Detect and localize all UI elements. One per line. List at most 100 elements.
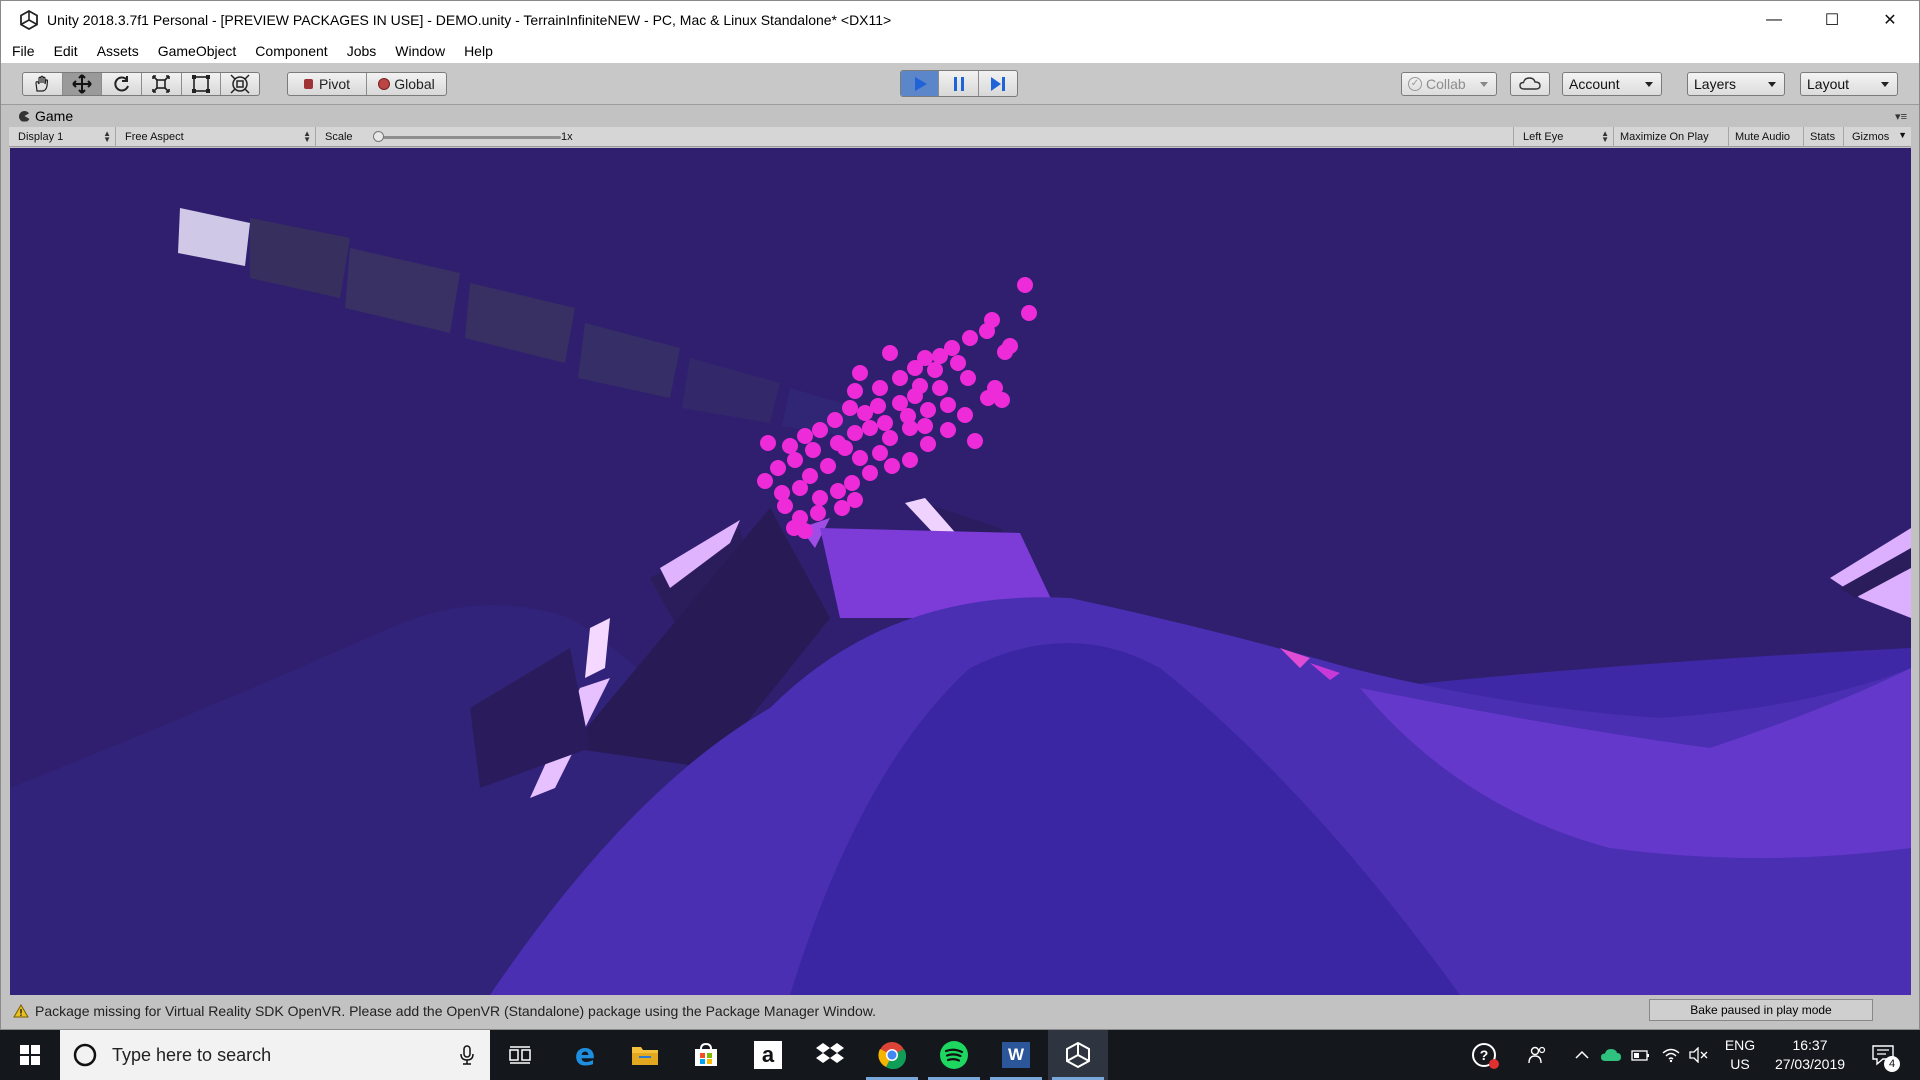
menu-bar: File Edit Assets GameObject Component Jo… xyxy=(1,39,1919,63)
menu-assets[interactable]: Assets xyxy=(94,43,142,59)
maximize-label: Maximize On Play xyxy=(1620,131,1709,143)
scale-value: 1x xyxy=(561,131,573,143)
window-title: Unity 2018.3.7f1 Personal - [PREVIEW PAC… xyxy=(47,12,892,28)
dropbox-icon[interactable] xyxy=(800,1030,860,1080)
display-label: Display 1 xyxy=(18,131,64,143)
cortana-icon xyxy=(73,1043,97,1067)
taskbar-search-box[interactable]: Type here to search xyxy=(60,1030,490,1080)
maximize-icon[interactable]: ☐ xyxy=(1803,1,1861,39)
gizmos-label: Gizmos xyxy=(1852,131,1890,143)
edge-icon[interactable]: e xyxy=(555,1030,615,1080)
task-view-icon[interactable] xyxy=(490,1030,550,1080)
global-label: Global xyxy=(394,76,435,92)
file-explorer-icon[interactable] xyxy=(615,1030,675,1080)
amazon-icon[interactable]: a xyxy=(738,1030,798,1080)
rect-icon[interactable] xyxy=(182,73,222,95)
pivot-global-group: Pivot Global xyxy=(287,72,447,96)
aspect-dropdown[interactable]: Free Aspect ▲ ▼ xyxy=(116,127,316,147)
pause-icon[interactable] xyxy=(939,71,979,96)
search-placeholder: Type here to search xyxy=(112,1044,272,1065)
eye-dropdown[interactable]: Left Eye ▲ ▼ xyxy=(1513,127,1614,147)
pivot-icon xyxy=(303,79,313,89)
title-bar: Unity 2018.3.7f1 Personal - [PREVIEW PAC… xyxy=(1,1,1919,39)
close-icon[interactable]: ✕ xyxy=(1861,1,1919,39)
cloud-button[interactable] xyxy=(1510,72,1550,96)
clock[interactable]: 16:37 27/03/2019 xyxy=(1766,1030,1854,1080)
spotify-icon[interactable] xyxy=(924,1030,984,1080)
stats-toggle[interactable]: Stats xyxy=(1804,127,1844,147)
pivot-button[interactable]: Pivot xyxy=(288,73,367,95)
minimize-icon[interactable]: — xyxy=(1745,1,1803,39)
windows-taskbar: Type here to search e a W ? ENG US 16:37… xyxy=(0,1030,1920,1080)
play-icon[interactable] xyxy=(901,71,940,96)
warning-icon xyxy=(13,1004,29,1018)
wifi-icon[interactable] xyxy=(1658,1030,1684,1080)
eye-label: Left Eye xyxy=(1523,131,1564,143)
battery-icon[interactable] xyxy=(1628,1030,1654,1080)
maximize-on-play-toggle[interactable]: Maximize On Play xyxy=(1614,127,1729,147)
status-bar: Package missing for Virtual Reality SDK … xyxy=(1,996,1919,1026)
sync-cloud-icon[interactable] xyxy=(1598,1030,1624,1080)
pivot-label: Pivot xyxy=(318,76,351,92)
scale-icon[interactable] xyxy=(142,73,182,95)
layers-dropdown[interactable]: Layers xyxy=(1687,72,1785,96)
language-indicator[interactable]: ENG US xyxy=(1718,1030,1762,1080)
mute-label: Mute Audio xyxy=(1735,131,1791,143)
menu-window[interactable]: Window xyxy=(392,43,448,59)
game-scene xyxy=(10,148,1911,995)
menu-file[interactable]: File xyxy=(9,43,38,59)
store-icon[interactable] xyxy=(676,1030,736,1080)
bake-status: Bake paused in play mode xyxy=(1649,999,1873,1021)
account-label: Account xyxy=(1569,76,1620,92)
collab-label: Collab xyxy=(1426,76,1466,92)
unity-icon[interactable] xyxy=(1048,1030,1108,1080)
cloud-icon xyxy=(1519,77,1541,90)
menu-jobs[interactable]: Jobs xyxy=(344,43,380,59)
move-icon[interactable] xyxy=(62,73,103,95)
people-icon[interactable] xyxy=(1516,1030,1560,1080)
gizmos-dropdown[interactable]: Gizmos ▼ xyxy=(1844,127,1911,147)
transform-icon[interactable] xyxy=(221,73,259,95)
chevron-up-icon[interactable] xyxy=(1570,1030,1594,1080)
status-message[interactable]: Package missing for Virtual Reality SDK … xyxy=(35,1003,876,1019)
check-icon: ✓ xyxy=(1408,77,1422,91)
tab-game[interactable]: Game xyxy=(9,105,73,127)
collab-dropdown[interactable]: ✓ Collab xyxy=(1401,72,1497,96)
word-icon[interactable]: W xyxy=(986,1030,1046,1080)
clock-date: 27/03/2019 xyxy=(1774,1056,1846,1072)
layout-dropdown[interactable]: Layout xyxy=(1800,72,1898,96)
menu-component[interactable]: Component xyxy=(252,43,330,59)
tab-game-label: Game xyxy=(35,108,74,124)
scale-slider-thumb[interactable] xyxy=(373,131,384,142)
menu-gameobject[interactable]: GameObject xyxy=(155,43,240,59)
chrome-icon[interactable] xyxy=(862,1030,922,1080)
mic-icon[interactable] xyxy=(460,1045,474,1065)
aspect-label: Free Aspect xyxy=(125,131,184,143)
game-view-toolbar: Display 1 ▲ ▼ Free Aspect ▲ ▼ Scale 1x Lef… xyxy=(9,127,1911,147)
menu-edit[interactable]: Edit xyxy=(51,43,81,59)
panel-menu-icon[interactable]: ▾≡ xyxy=(1895,110,1907,123)
menu-help[interactable]: Help xyxy=(461,43,496,59)
game-viewport[interactable] xyxy=(10,148,1911,995)
hand-icon[interactable] xyxy=(23,73,63,95)
lang-top: ENG xyxy=(1724,1037,1756,1053)
account-dropdown[interactable]: Account xyxy=(1562,72,1662,96)
scale-slider-track[interactable] xyxy=(377,136,561,139)
start-icon[interactable] xyxy=(0,1030,60,1080)
volume-muted-icon[interactable] xyxy=(1686,1030,1712,1080)
notifications-icon[interactable]: 4 xyxy=(1858,1030,1908,1080)
lang-bottom: US xyxy=(1730,1056,1750,1072)
help-icon[interactable]: ? xyxy=(1462,1030,1506,1080)
game-tab-row: Game ▾≡ xyxy=(9,105,1911,127)
pacman-icon xyxy=(19,110,30,122)
display-dropdown[interactable]: Display 1 ▲ ▼ xyxy=(9,127,116,147)
mute-audio-toggle[interactable]: Mute Audio xyxy=(1729,127,1804,147)
main-toolbar: Pivot Global ✓ Collab Account Layers Lay… xyxy=(1,63,1919,105)
gizmos-caret-icon: ▼ xyxy=(1898,130,1907,140)
global-button[interactable]: Global xyxy=(367,73,446,95)
rotate-icon[interactable] xyxy=(102,73,143,95)
notification-count: 4 xyxy=(1884,1056,1900,1072)
step-icon[interactable] xyxy=(979,71,1017,96)
clock-time: 16:37 xyxy=(1792,1037,1828,1053)
transform-tools xyxy=(22,72,260,96)
